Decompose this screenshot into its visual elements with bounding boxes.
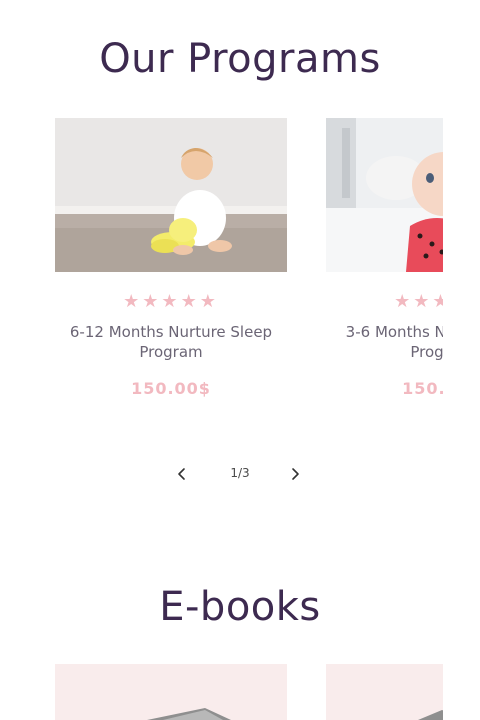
ebooks-slider[interactable] (55, 664, 443, 720)
program-card-price: 150.00$ (402, 379, 443, 398)
star-icon: ★ (142, 291, 162, 312)
ebooks-section-title: E-books (159, 584, 321, 630)
ebook-cover-image (147, 708, 231, 720)
programs-slider[interactable]: ★★★★★ 6-12 Months Nurture Sleep Program … (55, 118, 443, 418)
star-icon: ★ (161, 291, 181, 312)
ebook-card[interactable] (55, 664, 287, 720)
star-icon: ★ (394, 291, 414, 312)
star-icon: ★ (123, 291, 143, 312)
program-card-image[interactable] (326, 118, 443, 272)
star-icon: ★ (180, 291, 200, 312)
ebook-card[interactable] (326, 664, 443, 720)
programs-section-title: Our Programs (99, 36, 381, 82)
ebook-cover-image (418, 710, 443, 720)
programs-slider-track: ★★★★★ 6-12 Months Nurture Sleep Program … (55, 118, 443, 418)
program-card[interactable]: ★★★★★ 6-12 Months Nurture Sleep Program … (55, 118, 287, 418)
program-card-title[interactable]: 6-12 Months Nurture Sleep Program (55, 322, 287, 362)
program-card[interactable]: ★★★★★ 3-6 Months Nurture Sleep Program 1… (326, 118, 443, 418)
slider-pagination: 1/3 (0, 462, 480, 486)
chevron-left-icon (178, 468, 185, 480)
star-icon: ★ (432, 291, 443, 312)
ebooks-slider-track (55, 664, 443, 720)
previous-slide-button[interactable] (170, 462, 194, 486)
program-card-title[interactable]: 3-6 Months Nurture Sleep Program (326, 322, 443, 362)
program-card-price: 150.00$ (131, 379, 211, 398)
rating-stars: ★★★★★ (55, 291, 287, 312)
chevron-right-icon (292, 468, 299, 480)
program-card-image[interactable] (55, 118, 287, 272)
star-icon: ★ (199, 291, 219, 312)
slide-counter: 1/3 (230, 466, 250, 480)
next-slide-button[interactable] (283, 462, 307, 486)
rating-stars: ★★★★★ (326, 291, 443, 312)
star-icon: ★ (413, 291, 433, 312)
